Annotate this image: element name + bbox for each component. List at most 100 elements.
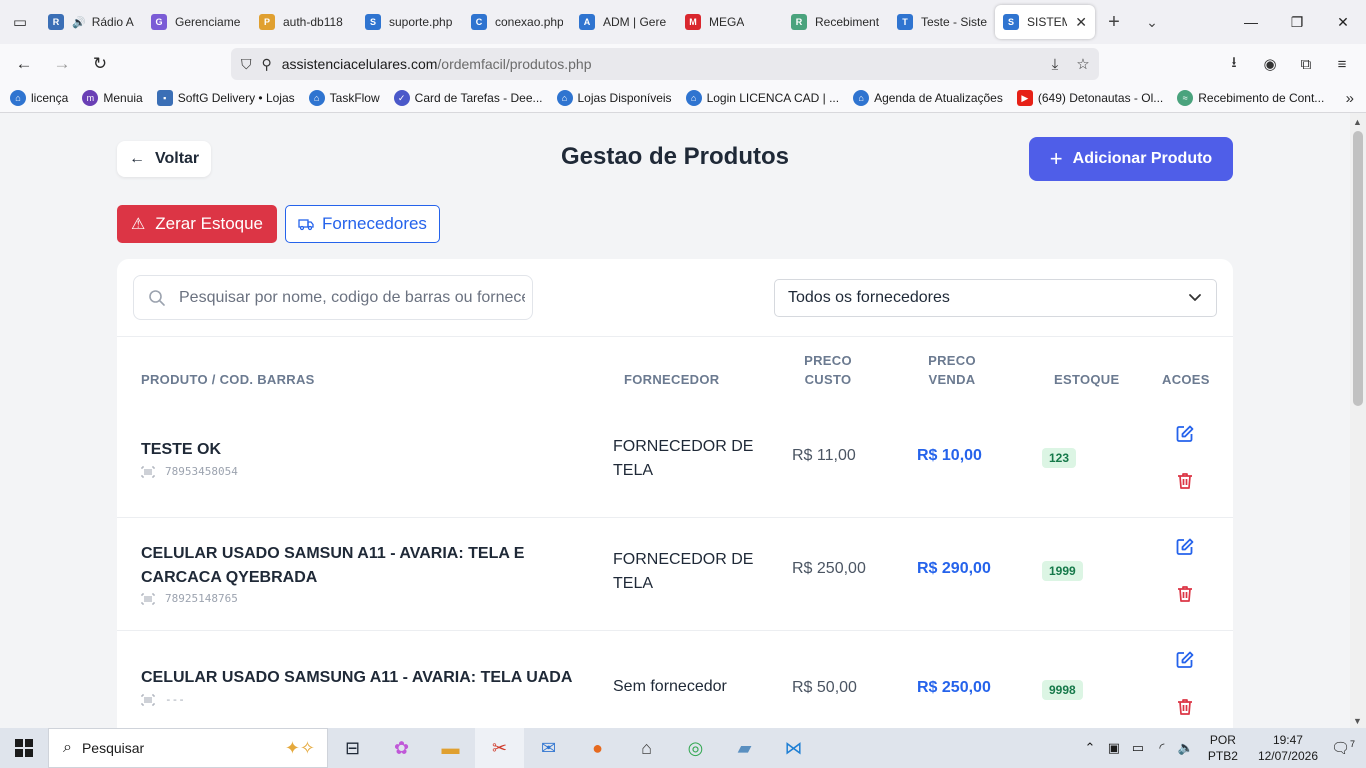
barcode-value: 78953458054 [165, 465, 238, 478]
bookmark[interactable]: ⌂ Login LICENCA CAD | ... [685, 90, 840, 106]
scroll-up-icon[interactable]: ▲ [1353, 117, 1362, 127]
device-icon[interactable]: ▣ [1102, 740, 1126, 756]
shield-icon[interactable]: ⛉ [241, 56, 252, 73]
file-explorer-icon[interactable]: ▬ [426, 728, 475, 768]
browser-tab[interactable]: R Recebiment [783, 5, 889, 39]
browser-tab-active[interactable]: S SISTEMA ✕ [995, 5, 1095, 39]
supplier-filter-select[interactable]: Todos os fornecedores [774, 279, 1217, 317]
browser-tab[interactable]: T Teste - Siste [889, 5, 995, 39]
browser-tab[interactable]: P auth-db118 [251, 5, 357, 39]
browser-tab[interactable]: R 🔊 Rádio A [40, 5, 143, 39]
more-bookmarks-icon[interactable]: » [1346, 90, 1354, 107]
vscode-icon[interactable]: ⋈ [769, 728, 818, 768]
trash-icon[interactable] [1175, 584, 1195, 604]
suppliers-label: Fornecedores [322, 214, 427, 233]
app-icon[interactable]: ✂ [475, 728, 524, 768]
close-tab-icon[interactable]: ✕ [1075, 14, 1087, 31]
bookmark[interactable]: ⌂ TaskFlow [308, 90, 380, 106]
tab-label: MEGA [709, 15, 745, 29]
product-name: CELULAR USADO SAMSUN A11 - AVARIA: TELA … [141, 545, 525, 586]
scrollbar-thumb[interactable] [1353, 131, 1363, 406]
forward-arrow-icon[interactable]: → [44, 48, 80, 80]
product-barcode: 78925148765 [141, 592, 238, 605]
home-app-icon[interactable]: ⌂ [622, 728, 671, 768]
chevron-down-icon[interactable]: ⌄ [1133, 14, 1171, 31]
notes-icon[interactable]: ▰ [720, 728, 769, 768]
scrollbar[interactable]: ▲ ▼ [1350, 113, 1366, 728]
trash-icon[interactable] [1175, 471, 1195, 491]
edit-icon[interactable] [1175, 650, 1195, 670]
back-arrow-icon[interactable]: ← [6, 48, 42, 80]
scroll-down-icon[interactable]: ▼ [1353, 716, 1362, 726]
bookmark-label: Login LICENCA CAD | ... [706, 91, 840, 105]
trash-icon[interactable] [1175, 697, 1195, 717]
taskbar-search[interactable]: ⌕ Pesquisar ✦✧ [48, 728, 328, 768]
browser-nav-bar: ← → ↻ ⛉ ⚲ assistenciacelulares.com/ordem… [0, 44, 1366, 84]
bookmark[interactable]: ▶ (649) Detonautas - Ol... [1016, 90, 1163, 106]
copilot-icon[interactable]: ✿ [377, 728, 426, 768]
site-icon: S [365, 14, 381, 30]
chevron-up-icon[interactable]: ⌃ [1078, 740, 1102, 756]
clock[interactable]: 19:47 12/07/2026 [1258, 732, 1318, 764]
add-product-button[interactable]: + Adicionar Produto [1029, 137, 1233, 181]
task-view-icon[interactable]: ⊟ [328, 728, 377, 768]
windows-start-button[interactable] [0, 728, 48, 768]
browser-tab[interactable]: G Gerenciame [143, 5, 251, 39]
zero-stock-button[interactable]: ⚠ Zerar Estoque [117, 205, 277, 243]
products-card: Todos os fornecedores PRODUTO / COD. BAR… [117, 259, 1233, 728]
edit-icon[interactable] [1175, 537, 1195, 557]
firefox-icon[interactable]: ● [573, 728, 622, 768]
bookmark-label: TaskFlow [329, 91, 380, 105]
barcode-value: 78925148765 [165, 592, 238, 605]
star-icon[interactable]: ☆ [1069, 48, 1097, 80]
browser-tab[interactable]: C conexao.php [463, 5, 571, 39]
battery-icon[interactable]: ▭ [1126, 740, 1150, 756]
language-indicator[interactable]: POR PTB2 [1208, 732, 1238, 764]
home-icon: ⌂ [10, 90, 26, 106]
stock-badge: 9998 [1042, 680, 1083, 700]
bookmark[interactable]: ⌂ Lojas Disponíveis [556, 90, 672, 106]
search-box[interactable] [133, 275, 533, 320]
address-bar[interactable]: ⛉ ⚲ assistenciacelulares.com/ordemfacil/… [231, 48, 1099, 80]
url-path: /ordemfacil/produtos.php [437, 56, 592, 72]
bookmark[interactable]: ⌂ Agenda de Atualizações [853, 90, 1003, 106]
new-tab-icon[interactable]: + [1095, 11, 1133, 34]
product-cost: R$ 250,00 [792, 560, 866, 577]
product-cost: R$ 50,00 [792, 679, 857, 696]
restore-icon[interactable]: ❐ [1274, 0, 1320, 44]
browser-tab[interactable]: S suporte.php [357, 5, 463, 39]
chevron-down-icon [1189, 294, 1201, 301]
bookmark[interactable]: ≈ Recebimento de Cont... [1177, 90, 1324, 106]
reload-icon[interactable]: ↻ [82, 48, 118, 80]
bookmark[interactable]: m Menuia [82, 90, 143, 106]
wifi-icon[interactable]: ◜ [1150, 740, 1174, 756]
bookmark-label: Agenda de Atualizações [874, 91, 1003, 105]
product-sale-price: R$ 290,00 [917, 560, 991, 577]
barcode-icon [141, 694, 155, 705]
bookmark[interactable]: ⌂ licença [10, 90, 68, 106]
tab-list-icon[interactable]: ▭ [0, 0, 40, 44]
close-window-icon[interactable]: ✕ [1320, 0, 1366, 44]
browser-tab[interactable]: A ADM | Gere [571, 5, 677, 39]
chrome-icon[interactable]: ◎ [671, 728, 720, 768]
home-icon: S [1003, 14, 1019, 30]
outlook-icon[interactable]: ✉ [524, 728, 573, 768]
minimize-icon[interactable]: — [1228, 0, 1274, 44]
browser-tab[interactable]: M MEGA [677, 5, 783, 39]
download-page-icon[interactable]: ⤓ [1041, 48, 1069, 80]
download-icon[interactable]: ⭳ [1220, 48, 1248, 80]
edit-icon[interactable] [1175, 424, 1195, 444]
bookmark[interactable]: ▪ SoftG Delivery • Lojas [156, 90, 295, 106]
notification-icon[interactable]: 🗨7 [1328, 739, 1358, 757]
volume-icon[interactable]: 🔈 [1174, 740, 1198, 756]
extensions-icon[interactable]: ⧉ [1292, 48, 1320, 80]
column-header-cost-line2: CUSTO [804, 372, 852, 387]
account-icon[interactable]: ◉ [1256, 48, 1284, 80]
suppliers-button[interactable]: Fornecedores [285, 205, 440, 243]
search-input[interactable] [179, 288, 525, 307]
radio-icon: R [48, 14, 64, 30]
bookmark[interactable]: ✓ Card de Tarefas - Dee... [393, 90, 543, 106]
site-settings-icon[interactable]: ⚲ [262, 56, 272, 73]
tab-label: ADM | Gere [603, 15, 667, 29]
menu-icon[interactable]: ≡ [1328, 48, 1356, 80]
